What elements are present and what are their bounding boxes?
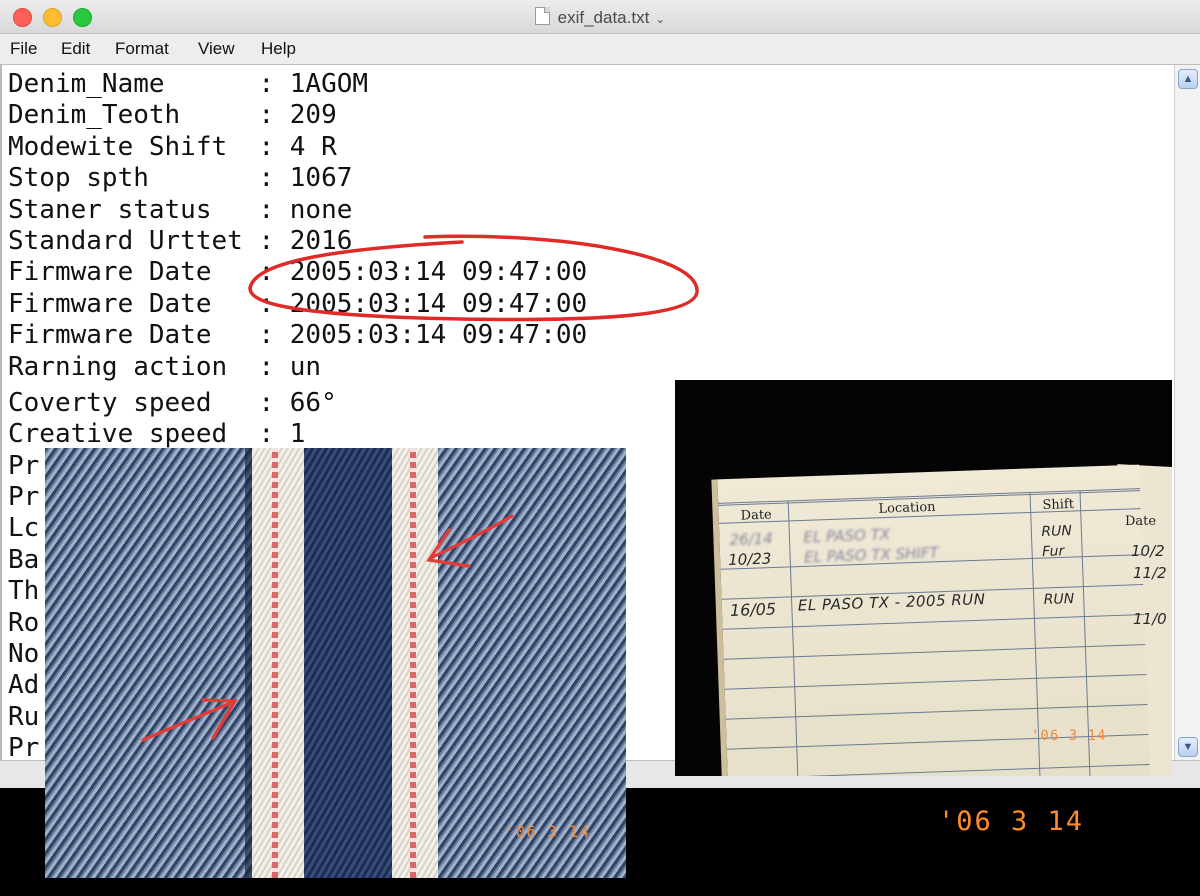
col-header-location: Location: [878, 499, 936, 517]
col-header-date-right: Date: [1125, 514, 1157, 529]
logbook-date-stamp: '06 3 14: [1031, 728, 1107, 744]
side-date-3: 11/0: [1133, 610, 1167, 628]
annotation-ellipse: [248, 234, 699, 322]
log-row-3-shift: RUN: [1043, 590, 1075, 609]
side-date-1: 10/2: [1131, 542, 1165, 560]
col-header-shift: Shift: [1042, 496, 1075, 514]
log-row-1-date: 26/14: [729, 529, 774, 549]
log-row-3-date: 16/05: [729, 599, 777, 620]
col-header-date: Date: [740, 507, 773, 524]
arrow-overlay: [141, 514, 514, 742]
arrow-right-icon: [141, 698, 238, 742]
arrow-left-icon: [426, 514, 514, 568]
log-row-2-date: 10/23: [727, 549, 772, 570]
side-date-2: 11/2: [1133, 564, 1167, 582]
log-row-1-location: EL PASO TX: [803, 525, 891, 547]
log-row-2-shift: Fur: [1041, 543, 1065, 561]
denim-photo: '06 3 14: [45, 448, 626, 878]
logbook-photo: Date Location Shift 26/14 EL PASO TX RUN…: [675, 380, 1172, 776]
log-row-1-shift: RUN: [1041, 523, 1073, 541]
bottom-date-stamp: '06 3 14: [938, 806, 1085, 837]
denim-date-stamp: '06 3 14: [505, 822, 591, 841]
